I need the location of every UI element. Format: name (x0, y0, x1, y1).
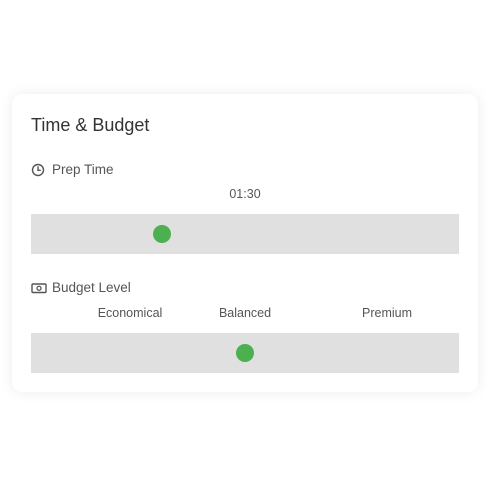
prep-time-slider[interactable] (31, 214, 459, 254)
banknote-icon (31, 281, 47, 295)
budget-level-slider-thumb[interactable] (236, 344, 254, 362)
budget-level-option-premium[interactable]: Premium (362, 306, 412, 321)
prep-time-slider-thumb[interactable] (152, 225, 171, 243)
budget-level-slider[interactable] (31, 333, 459, 373)
prep-time-label-text: Prep Time (52, 162, 114, 177)
clock-icon (31, 163, 45, 177)
time-budget-card: Time & Budget Prep Time 01:30 Budget Lev (12, 94, 478, 392)
budget-level-option-balanced[interactable]: Balanced (219, 306, 271, 321)
budget-level-label: Budget Level (31, 280, 131, 296)
page: Time & Budget Prep Time 01:30 Budget Lev (0, 0, 491, 491)
prep-time-label: Prep Time (31, 162, 114, 178)
budget-level-label-text: Budget Level (52, 280, 131, 295)
budget-level-option-economical[interactable]: Economical (98, 306, 163, 321)
card-title: Time & Budget (31, 115, 150, 135)
prep-time-value: 01:30 (229, 187, 261, 201)
